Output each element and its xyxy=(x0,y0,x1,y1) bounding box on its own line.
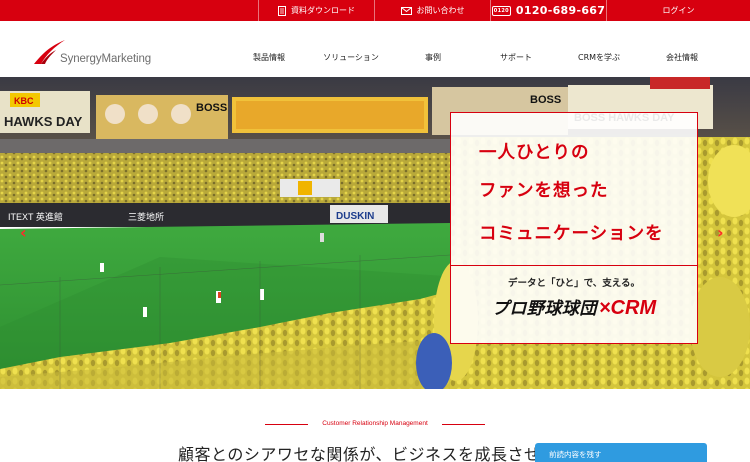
svg-text:HAWKS DAY: HAWKS DAY xyxy=(4,114,83,129)
download-label: 資料ダウンロード xyxy=(291,6,355,15)
top-utility-bar: 資料ダウンロード お問い合わせ 0120 0120-689-667 ログイン xyxy=(0,0,750,21)
slider-prev-icon[interactable]: ‹ xyxy=(20,223,27,242)
svg-text:BOSS: BOSS xyxy=(196,102,227,114)
headline-line-1: 一人ひとりの xyxy=(479,143,590,163)
login-link[interactable]: ログイン xyxy=(606,0,750,21)
nav-company[interactable]: 会社情報 xyxy=(666,52,698,63)
slider-next-icon[interactable]: › xyxy=(717,223,724,242)
section-label: Customer Relationship Management xyxy=(322,420,428,427)
svg-text:三菱地所: 三菱地所 xyxy=(128,211,164,222)
freedial-badge: 0120 xyxy=(491,5,511,16)
section-label-rule-right xyxy=(442,424,485,425)
phone-number[interactable]: 0120 0120-689-667 xyxy=(490,0,606,21)
nav-support[interactable]: サポート xyxy=(500,52,532,63)
hero-brand: プロ野球球団 ×CRM xyxy=(451,294,697,320)
nav-case-studies[interactable]: 事例 xyxy=(425,52,441,63)
contact-label: お問い合わせ xyxy=(416,6,465,15)
download-link[interactable]: 資料ダウンロード xyxy=(258,0,374,21)
svg-text:DUSKIN: DUSKIN xyxy=(336,211,374,222)
nav-learn-crm[interactable]: CRMを学ぶ xyxy=(578,52,620,63)
hero-subcopy: データと「ひと」で、支える。 xyxy=(507,278,641,289)
hero-copy-box: 一人ひとりの ファンを想った コミュニケーションを データと「ひと」で、支える。… xyxy=(450,112,698,344)
phone-text: 0120-689-667 xyxy=(515,4,606,17)
login-label: ログイン xyxy=(662,6,695,15)
main-nav: 製品情報 ソリューション 事例 サポート CRMを学ぶ 会社情報 xyxy=(0,21,750,77)
headline-line-3: コミュニケーションを xyxy=(479,224,664,244)
nav-products[interactable]: 製品情報 xyxy=(253,52,285,63)
svg-text:KBC: KBC xyxy=(14,96,34,106)
save-reading-button[interactable]: 前読内容を残す xyxy=(535,443,707,462)
section-title: 顧客とのシアワセな関係が、ビジネスを成長させ xyxy=(178,445,541,462)
hero-slider: HAWKS DAY KBC BOSS BOSS BOSS HAWKS DAY I… xyxy=(0,77,750,389)
brand-crm: ×CRM xyxy=(598,297,657,319)
contact-link[interactable]: お問い合わせ xyxy=(374,0,490,21)
site-header: SynergyMarketing 製品情報 ソリューション 事例 サポート CR… xyxy=(0,21,750,77)
document-icon xyxy=(278,5,286,16)
brand-baseball-club: プロ野球球団 xyxy=(491,299,597,319)
mail-icon xyxy=(400,6,412,15)
nav-solutions[interactable]: ソリューション xyxy=(323,52,379,63)
copy-divider xyxy=(451,265,697,266)
svg-text:ITEXT 英進館: ITEXT 英進館 xyxy=(8,211,63,222)
headline-line-2: ファンを想った xyxy=(479,181,609,201)
svg-text:BOSS: BOSS xyxy=(530,94,561,106)
